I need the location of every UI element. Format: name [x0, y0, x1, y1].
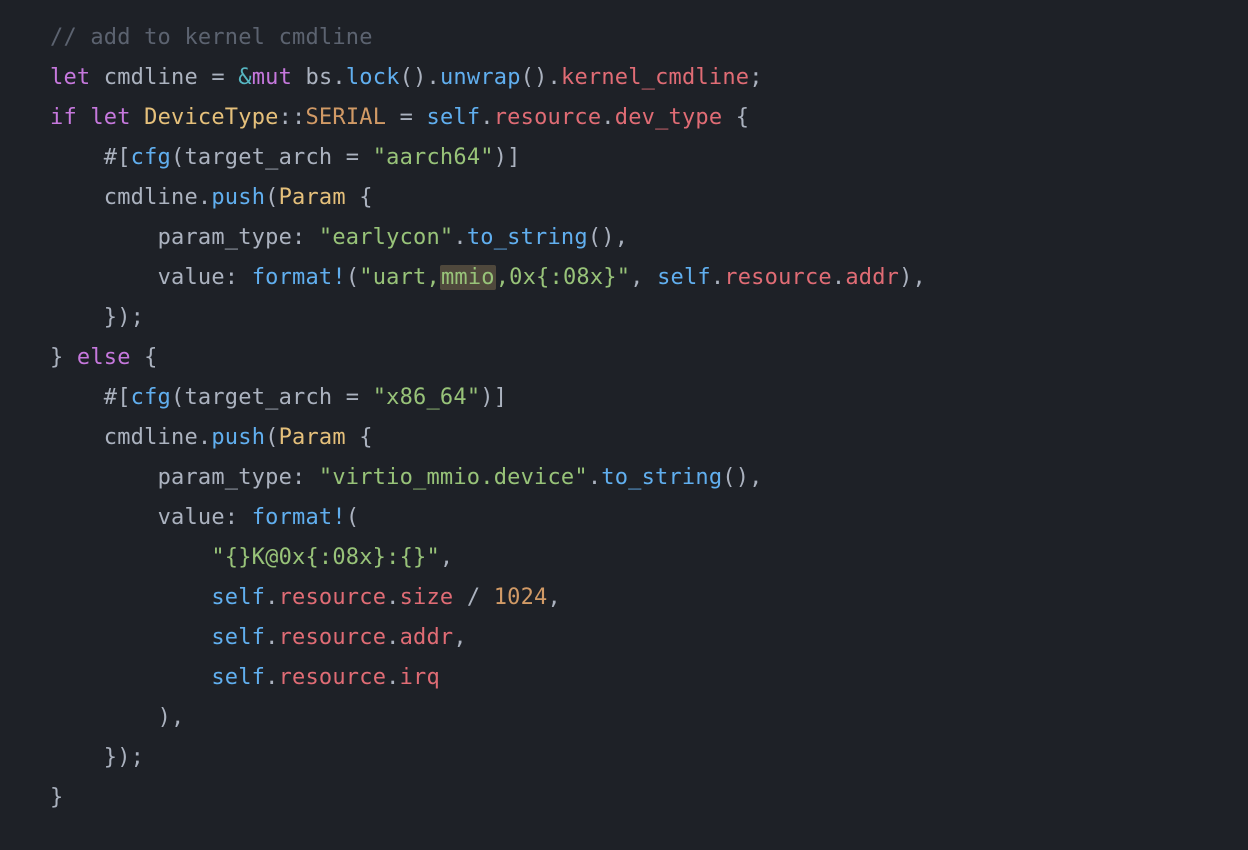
str-virtio: "virtio_mmio.device" — [319, 465, 588, 490]
ident-cmdline-2: cmdline — [104, 185, 198, 210]
fn-unwrap: unwrap — [440, 65, 521, 90]
ident-cmdline-3: cmdline — [104, 425, 198, 450]
field-kernel-cmdline: kernel_cmdline — [561, 65, 749, 90]
field-size: size — [400, 585, 454, 610]
ident-self-4: self — [211, 625, 265, 650]
attr-cfg-2: cfg — [131, 385, 171, 410]
field-resource-5: resource — [279, 665, 387, 690]
kw-if: if — [50, 105, 77, 130]
kw-let-2: let — [90, 105, 130, 130]
ident-self-5: self — [211, 665, 265, 690]
fn-tostring-2: to_string — [601, 465, 722, 490]
attr-open: #[ — [104, 145, 131, 170]
attr-target: target_arch = — [184, 145, 372, 170]
op-div: / — [453, 585, 493, 610]
kw-let: let — [50, 65, 90, 90]
fn-push-2: push — [211, 425, 265, 450]
attr-open-2: #[ — [104, 385, 131, 410]
fn-push: push — [211, 185, 265, 210]
field-resource-2: resource — [724, 265, 832, 290]
field-paramtype: param_type — [158, 225, 292, 250]
field-value: value — [158, 265, 225, 290]
macro-format: format! — [252, 265, 346, 290]
field-addr-2: addr — [400, 625, 454, 650]
op-eq: = — [198, 65, 238, 90]
str-uart-b: ,0x{:08x}" — [496, 265, 630, 290]
str-earlycon: "earlycon" — [319, 225, 453, 250]
str-uart-a: "uart, — [359, 265, 440, 290]
kw-else: else — [77, 345, 131, 370]
const-serial: SERIAL — [305, 105, 386, 130]
ident-bs: bs — [292, 65, 332, 90]
attr-close: )] — [494, 145, 521, 170]
attr-target-2: target_arch = — [184, 385, 372, 410]
field-devtype: dev_type — [615, 105, 723, 130]
code-editor[interactable]: // add to kernel cmdline let cmdline = &… — [0, 0, 1248, 818]
type-param-2: Param — [279, 425, 346, 450]
str-mmio-highlight: mmio — [440, 265, 496, 290]
field-paramtype-2: param_type — [158, 465, 292, 490]
field-value-2: value — [158, 505, 225, 530]
attr-close-2: )] — [480, 385, 507, 410]
block-close-2: }); — [104, 745, 144, 770]
op-eq-2: = — [386, 105, 426, 130]
str-aarch64: "aarch64" — [373, 145, 494, 170]
attr-cfg: cfg — [131, 145, 171, 170]
op-amp: & — [238, 65, 251, 90]
op-cc: :: — [279, 105, 306, 130]
fn-lock: lock — [346, 65, 400, 90]
block-close-3: } — [50, 785, 63, 810]
type-devicetype: DeviceType — [144, 105, 278, 130]
ident-self: self — [427, 105, 481, 130]
field-irq: irq — [400, 665, 440, 690]
ident-self-2: self — [657, 265, 711, 290]
field-resource-3: resource — [279, 585, 387, 610]
ident-cmdline: cmdline — [104, 65, 198, 90]
field-addr: addr — [845, 265, 899, 290]
num-1024: 1024 — [494, 585, 548, 610]
str-x86: "x86_64" — [373, 385, 481, 410]
ident-self-3: self — [211, 585, 265, 610]
kw-mut: mut — [252, 65, 292, 90]
macro-format-2: format! — [252, 505, 346, 530]
code-comment: // add to kernel cmdline — [50, 25, 373, 50]
block-close-1: }); — [104, 305, 144, 330]
paren-close: ), — [158, 705, 185, 730]
fn-tostring: to_string — [467, 225, 588, 250]
str-fmt: "{}K@0x{:08x}:{}" — [211, 545, 440, 570]
type-param: Param — [279, 185, 346, 210]
field-resource: resource — [494, 105, 602, 130]
field-resource-4: resource — [279, 625, 387, 650]
